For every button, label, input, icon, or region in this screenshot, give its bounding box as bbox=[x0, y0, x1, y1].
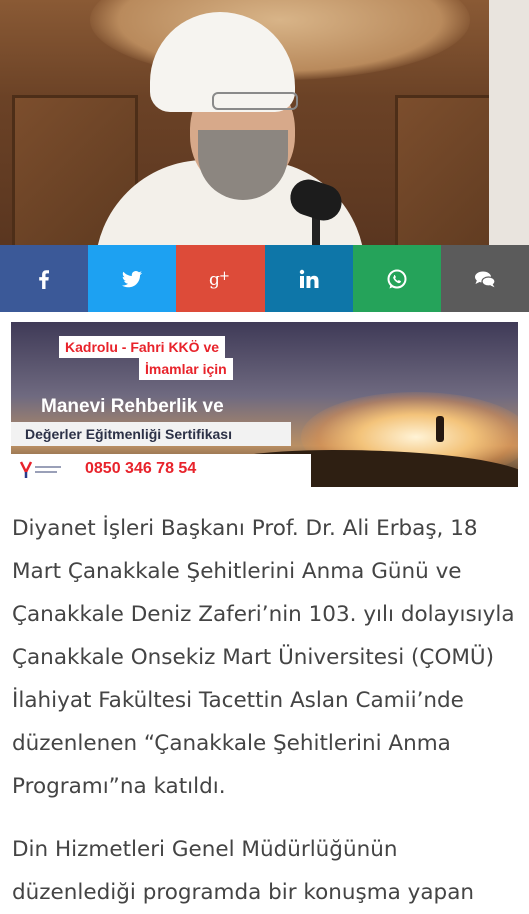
twitter-share-button[interactable] bbox=[88, 245, 177, 312]
facebook-share-button[interactable] bbox=[0, 245, 89, 312]
banner-line2: İmamlar için bbox=[139, 358, 233, 380]
svg-text:+: + bbox=[219, 269, 230, 284]
article-body: Diyanet İşleri Başkanı Prof. Dr. Ali Erb… bbox=[0, 507, 529, 914]
google-plus-share-button[interactable]: g + bbox=[176, 245, 265, 312]
comment-button[interactable] bbox=[440, 245, 529, 312]
twitter-icon bbox=[122, 270, 143, 287]
banner-subtitle: Değerler Eğitmenliği Sertifikası bbox=[11, 422, 291, 446]
advertisement-banner[interactable]: Kadrolu - Fahri KKÖ ve İmamlar için Mane… bbox=[11, 322, 518, 487]
banner-line1: Kadrolu - Fahri KKÖ ve bbox=[59, 336, 226, 358]
share-bar: g + bbox=[0, 245, 529, 312]
google-plus-icon: g + bbox=[209, 269, 230, 290]
article-paragraph: Diyanet İşleri Başkanı Prof. Dr. Ali Erb… bbox=[12, 516, 515, 799]
banner-phone: 0850 346 78 54 bbox=[85, 460, 197, 477]
article-paragraph: Din Hizmetleri Genel Müdürlüğünün düzenl… bbox=[12, 837, 475, 905]
whatsapp-icon bbox=[387, 269, 407, 288]
linkedin-icon bbox=[299, 269, 319, 288]
hero-image bbox=[0, 0, 529, 245]
facebook-icon bbox=[39, 269, 50, 289]
linkedin-share-button[interactable] bbox=[264, 245, 353, 312]
comment-icon bbox=[474, 271, 496, 287]
banner-title: Manevi Rehberlik ve bbox=[41, 396, 224, 417]
university-logo-icon bbox=[19, 461, 61, 478]
whatsapp-share-button[interactable] bbox=[352, 245, 441, 312]
